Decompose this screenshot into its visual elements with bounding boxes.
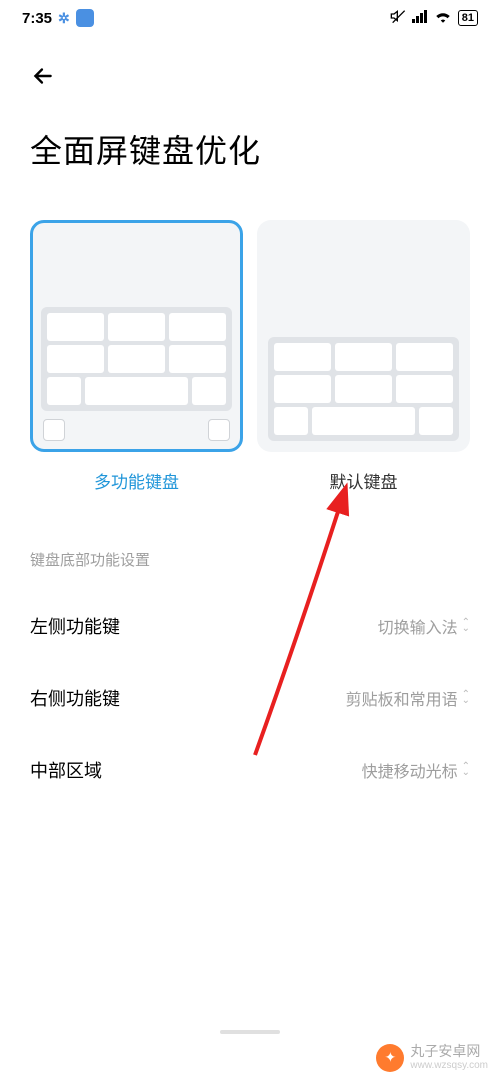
wifi-icon: [434, 9, 452, 27]
keyboard-options: 多功能键盘 默认键盘: [0, 220, 500, 493]
keyboard-bottom-bar: [41, 415, 232, 441]
corner-left-icon: [43, 419, 65, 441]
chevron-updown-icon: ⌃⌄: [462, 620, 470, 632]
status-left: 7:35 ✲: [22, 9, 94, 27]
watermark-url: www.wzsqsy.com: [410, 1060, 488, 1072]
page-header: 全面屏键盘优化: [0, 36, 500, 172]
setting-label: 左侧功能键: [30, 613, 120, 639]
setting-center-area[interactable]: 中部区域 快捷移动光标 ⌃⌄: [30, 734, 470, 806]
watermark: ✦ 丸子安卓网 www.wzsqsy.com: [376, 1043, 488, 1072]
watermark-text: 丸子安卓网 www.wzsqsy.com: [410, 1043, 488, 1072]
status-time: 7:35: [22, 10, 52, 27]
keyboard-preview-default: [257, 220, 470, 452]
keyboard-preview-multifunction: [30, 220, 243, 452]
battery-icon: 81: [458, 10, 478, 26]
setting-value: 剪贴板和常用语 ⌃⌄: [346, 686, 470, 710]
app-icon: [76, 9, 94, 27]
settings-list: 左侧功能键 切换输入法 ⌃⌄ 右侧功能键 剪贴板和常用语 ⌃⌄ 中部区域 快捷移…: [0, 590, 500, 806]
option-default[interactable]: 默认键盘: [257, 220, 470, 493]
corner-right-icon: [208, 419, 230, 441]
setting-right-key[interactable]: 右侧功能键 剪贴板和常用语 ⌃⌄: [30, 662, 470, 734]
setting-value: 快捷移动光标 ⌃⌄: [362, 758, 470, 782]
setting-label: 中部区域: [30, 757, 102, 783]
option-label: 默认键盘: [330, 468, 398, 493]
home-indicator: [220, 1030, 280, 1034]
watermark-logo-icon: ✦: [376, 1044, 404, 1072]
watermark-name: 丸子安卓网: [410, 1043, 488, 1060]
paw-icon: ✲: [58, 10, 70, 27]
back-button[interactable]: [30, 56, 70, 96]
option-label: 多功能键盘: [94, 468, 179, 493]
setting-label: 右侧功能键: [30, 685, 120, 711]
signal-icon: [412, 9, 428, 27]
keyboard-mock: [268, 337, 459, 441]
option-multifunction[interactable]: 多功能键盘: [30, 220, 243, 493]
setting-left-key[interactable]: 左侧功能键 切换输入法 ⌃⌄: [30, 590, 470, 662]
mute-icon: [390, 8, 406, 28]
section-header: 键盘底部功能设置: [0, 549, 500, 570]
battery-level: 81: [462, 12, 474, 24]
setting-value: 切换输入法 ⌃⌄: [378, 614, 470, 638]
status-right: 81: [390, 8, 478, 28]
chevron-updown-icon: ⌃⌄: [462, 692, 470, 704]
keyboard-mock: [41, 307, 232, 411]
status-bar: 7:35 ✲ 81: [0, 0, 500, 36]
page-title: 全面屏键盘优化: [30, 126, 470, 172]
chevron-updown-icon: ⌃⌄: [462, 764, 470, 776]
